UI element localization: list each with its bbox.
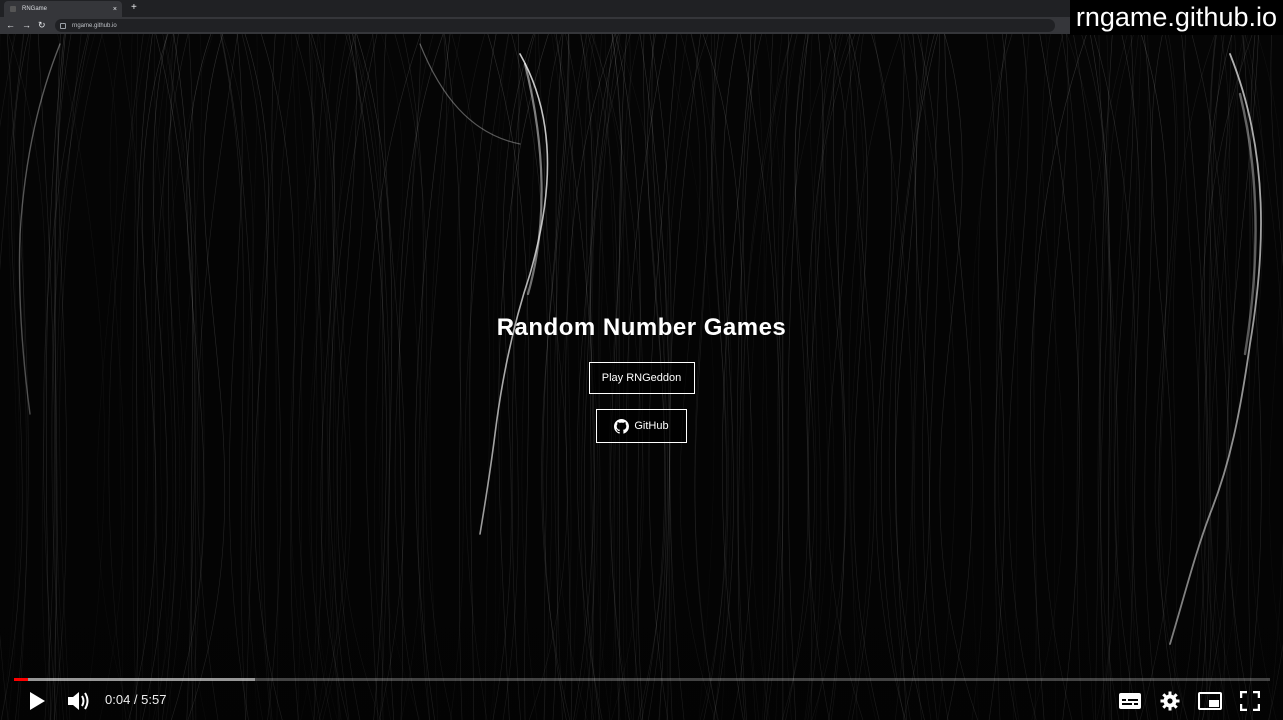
volume-button[interactable] — [66, 688, 92, 714]
favicon-icon — [10, 6, 16, 12]
tab-close-icon[interactable]: × — [113, 6, 117, 13]
tab-title: RNGame — [22, 6, 48, 12]
github-button[interactable]: GitHub — [596, 409, 687, 443]
address-bar[interactable]: rngame.github.io — [55, 19, 1055, 32]
time-display: 0:04 / 5:57 — [105, 692, 167, 707]
buffered-bar — [14, 678, 256, 681]
url-watermark: rngame.github.io — [1069, 0, 1283, 35]
played-bar — [14, 678, 28, 681]
subtitles-icon — [1119, 693, 1141, 709]
subtitles-button[interactable] — [1117, 688, 1143, 714]
lock-icon — [60, 22, 66, 29]
gear-icon — [1160, 691, 1180, 711]
fullscreen-icon — [1240, 691, 1260, 711]
address-url: rngame.github.io — [72, 22, 117, 29]
fullscreen-button[interactable] — [1237, 688, 1263, 714]
play-button[interactable] — [24, 688, 50, 714]
web-content: Random Number Games Play RNGeddon GitHub — [0, 34, 1283, 720]
github-icon — [614, 418, 630, 434]
miniplayer-button[interactable] — [1197, 688, 1223, 714]
play-button-label: Play RNGeddon — [601, 372, 682, 384]
page-title: Random Number Games — [496, 314, 787, 341]
back-arrow-icon[interactable]: ← — [6, 19, 15, 31]
play-icon — [30, 692, 45, 710]
github-button-label: GitHub — [634, 420, 669, 432]
settings-button[interactable] — [1157, 688, 1183, 714]
video-progress-bar[interactable] — [14, 678, 1270, 681]
hero: Random Number Games Play RNGeddon GitHub — [0, 314, 1283, 443]
miniplayer-icon — [1198, 692, 1222, 710]
new-tab-button[interactable]: + — [131, 2, 137, 14]
reload-icon[interactable]: ↻ — [38, 19, 46, 31]
browser-tab[interactable]: RNGame × — [4, 1, 122, 17]
play-rngeddon-button[interactable]: Play RNGeddon — [588, 362, 695, 394]
video-frame[interactable]: RNGame × + ← → ↻ rngame.github.io Random… — [0, 0, 1283, 720]
volume-icon — [68, 692, 89, 710]
forward-arrow-icon[interactable]: → — [22, 19, 31, 31]
